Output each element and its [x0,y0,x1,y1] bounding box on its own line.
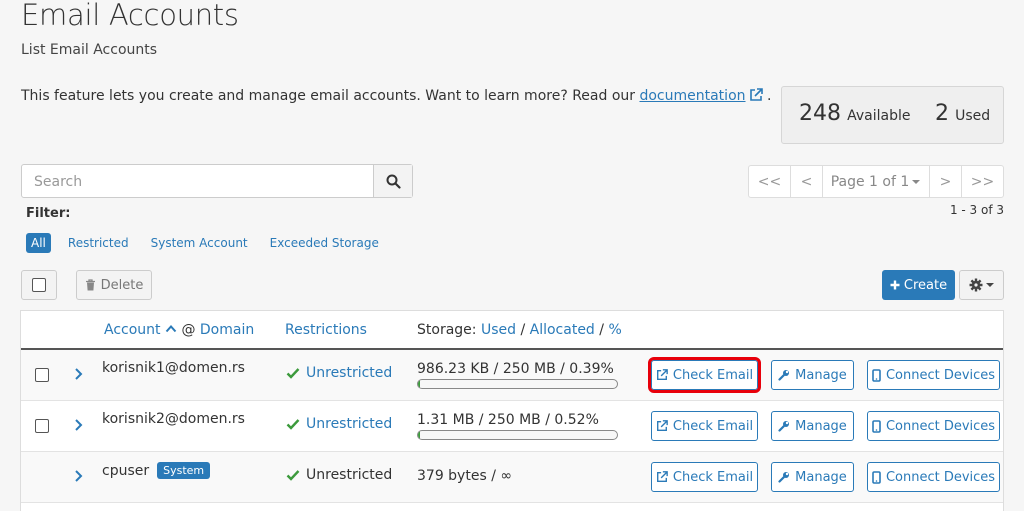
select-all-button[interactable] [21,270,57,300]
connect-devices-button[interactable]: Connect Devices [867,462,1000,492]
search-icon [386,174,401,189]
sort-up-icon [165,325,177,333]
restriction-status: Unrestricted [286,365,392,381]
check-icon [286,419,300,430]
available-stat: 248 Available [799,101,911,126]
restriction-status: Unrestricted [286,416,392,432]
trash-icon [85,279,95,291]
last-page-button[interactable]: >> [962,166,1003,197]
wrench-icon [778,370,790,381]
storage-progress-bar [417,379,618,389]
page-subtitle: List Email Accounts [21,42,158,58]
account-name: korisnik1@domen.rs [102,360,245,376]
external-link-icon [656,471,668,482]
intro-text: This feature lets you create and manage … [21,88,772,104]
search-button[interactable] [373,165,412,197]
search-input[interactable]: Search [21,164,413,198]
storage-usage: 1.31 MB / 250 MB / 0.52% [417,412,599,428]
create-button[interactable]: Create [882,270,955,300]
restriction-status: Unrestricted [286,467,392,483]
check-email-button[interactable]: Check Email [651,462,758,492]
sort-restrictions-header[interactable]: Restrictions [285,322,367,338]
table-row: korisnik2@domen.rs Unrestricted 1.31 MB … [21,401,1003,452]
sort-used-header[interactable]: Used [481,322,516,338]
wrench-icon [778,421,790,432]
storage-header: Storage: Used / Allocated / % [417,322,622,338]
check-icon [286,470,300,481]
manage-button[interactable]: Manage [771,411,854,441]
connect-devices-button[interactable]: Connect Devices [867,360,1000,390]
table-header: Account @ Domain Restrictions Storage: U… [21,311,1003,350]
external-link-icon [656,369,668,380]
chevron-right-icon[interactable] [74,367,83,381]
connect-devices-button[interactable]: Connect Devices [867,411,1000,441]
row-checkbox[interactable] [35,419,49,433]
wrench-icon [778,472,790,483]
caret-down-icon [986,283,994,287]
account-name: cpuser System [102,462,211,479]
manage-button[interactable]: Manage [771,360,854,390]
external-link-icon[interactable] [749,88,763,102]
filter-label: Filter: [26,206,71,221]
check-icon [286,368,300,379]
plus-icon [890,280,900,290]
sort-allocated-header[interactable]: Allocated [530,322,595,338]
restriction-link[interactable]: Unrestricted [306,365,392,381]
delete-button[interactable]: Delete [76,270,152,300]
mobile-phone-icon [872,368,881,382]
documentation-link[interactable]: documentation [639,88,745,104]
used-stat: 2 Used [935,101,991,126]
prev-page-button[interactable]: < [791,166,823,197]
filter-group: All Restricted System Account Exceeded S… [26,233,401,253]
storage-usage: 986.23 KB / 250 MB / 0.39% [417,361,614,377]
gear-icon [969,278,983,292]
filter-restricted[interactable]: Restricted [68,236,129,250]
restriction-link[interactable]: Unrestricted [306,416,392,432]
chevron-right-icon[interactable] [74,418,83,432]
check-email-button[interactable]: Check Email [648,357,761,393]
mobile-phone-icon [872,470,881,484]
external-link-icon [656,420,668,431]
results-range: 1 - 3 of 3 [949,203,1004,217]
page-select[interactable]: Page 1 of 1 [823,166,930,197]
sort-percent-header[interactable]: % [608,322,621,338]
chevron-right-icon[interactable] [74,469,83,483]
sort-account-header[interactable]: Account @ Domain [104,322,254,338]
email-accounts-table: Account @ Domain Restrictions Storage: U… [20,310,1004,511]
restriction-label: Unrestricted [306,467,393,483]
account-stats: 248 Available 2 Used [781,86,1004,144]
pagination: << < Page 1 of 1 > >> [748,165,1004,198]
first-page-button[interactable]: << [749,166,791,197]
system-badge: System [157,462,211,479]
table-row: korisnik1@domen.rs Unrestricted 986.23 K… [21,350,1003,401]
filter-all[interactable]: All [26,233,51,253]
storage-usage: 379 bytes / ∞ [417,468,513,484]
select-all-checkbox[interactable] [32,278,46,292]
table-row: cpuser System Unrestricted 379 bytes / ∞ … [21,452,1003,503]
manage-button[interactable]: Manage [771,462,854,492]
next-page-button[interactable]: > [930,166,962,197]
row-checkbox[interactable] [35,368,49,382]
mobile-phone-icon [872,419,881,433]
page-title: Email Accounts [21,0,239,32]
filter-system-account[interactable]: System Account [151,236,248,250]
sort-domain-header[interactable]: Domain [200,322,254,338]
storage-progress-bar [417,430,618,440]
filter-exceeded-storage[interactable]: Exceeded Storage [270,236,379,250]
caret-down-icon [912,179,921,184]
check-email-button[interactable]: Check Email [651,411,758,441]
settings-dropdown-button[interactable] [959,270,1004,300]
account-name: korisnik2@domen.rs [102,411,245,427]
